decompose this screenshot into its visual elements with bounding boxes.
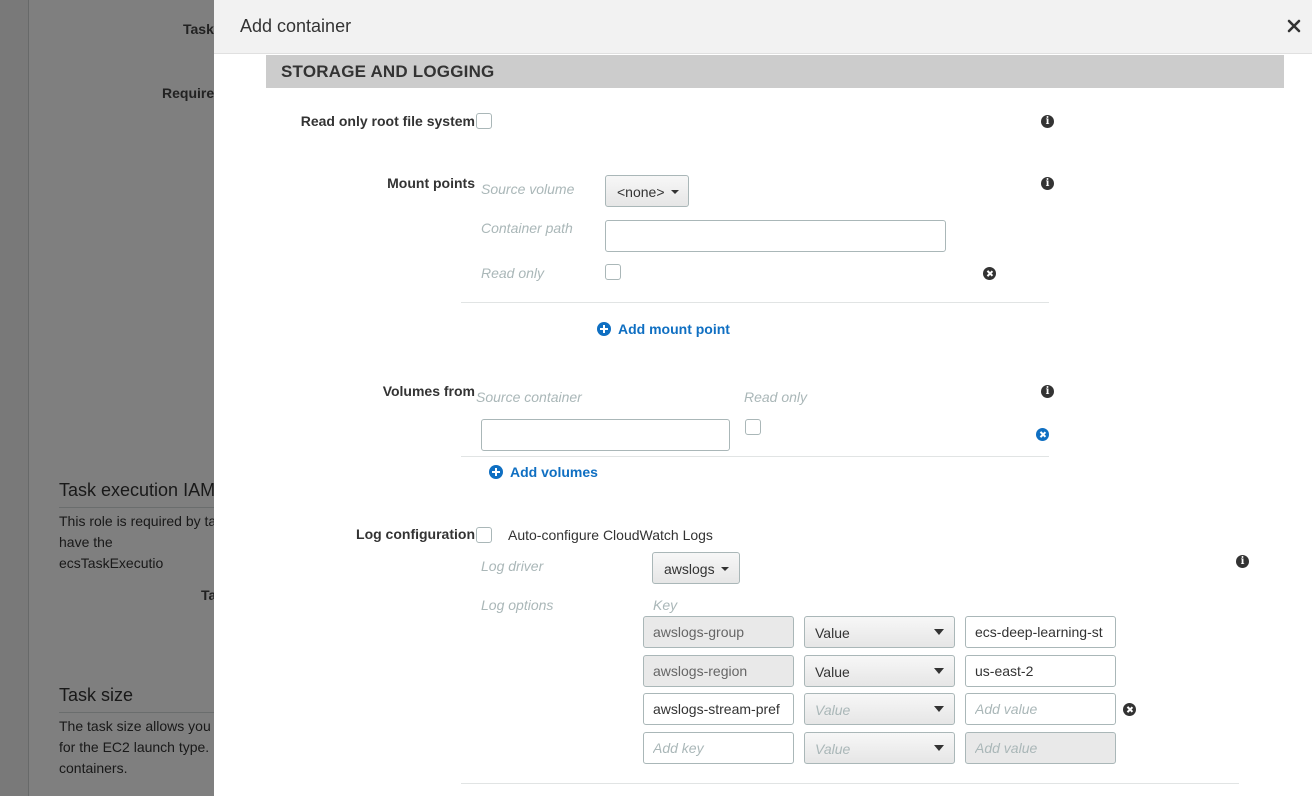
log-option-type: Value [815, 625, 850, 641]
info-icon[interactable]: i [1236, 555, 1249, 568]
key-hint: Key [653, 597, 678, 613]
volumes-read-only-checkbox[interactable] [745, 419, 761, 435]
log-option-type-select[interactable]: Value [804, 655, 955, 687]
read-only-root-checkbox[interactable] [476, 113, 492, 129]
section-header: STORAGE AND LOGGING [266, 55, 1284, 88]
log-option-key-input[interactable] [643, 693, 794, 725]
modal-header: Add container [214, 0, 1312, 54]
add-container-modal: Add container STORAGE AND LOGGING Read o… [214, 0, 1312, 796]
log-driver-hint: Log driver [481, 558, 544, 574]
divider [461, 456, 1049, 457]
log-option-value-input[interactable] [965, 655, 1116, 687]
chevron-down-icon [934, 668, 944, 674]
divider [461, 783, 1239, 784]
container-path-hint: Container path [481, 220, 573, 236]
volumes-from-label: Volumes from [382, 383, 475, 399]
source-volume-hint: Source volume [481, 181, 575, 197]
plus-circle-icon[interactable] [597, 322, 611, 336]
auto-configure-label: Auto-configure CloudWatch Logs [508, 527, 713, 543]
info-icon[interactable]: i [1041, 115, 1054, 128]
log-option-type-select[interactable]: Value [804, 732, 955, 764]
log-option-key [643, 655, 794, 687]
log-option-type: Value [815, 741, 851, 757]
log-option-value-input [965, 732, 1116, 764]
log-option-value-input[interactable] [965, 693, 1116, 725]
log-option-key [643, 616, 794, 648]
log-option-type-select[interactable]: Value [804, 693, 955, 725]
chevron-down-icon [934, 629, 944, 635]
source-container-input[interactable] [481, 419, 730, 451]
mount-read-only-hint: Read only [481, 265, 545, 281]
log-option-type-select[interactable]: Value [804, 616, 955, 648]
source-container-hint: Source container [476, 389, 582, 405]
log-driver-value: awslogs [664, 561, 715, 577]
source-volume-dropdown[interactable]: <none> [605, 175, 689, 207]
remove-mount-point-icon[interactable] [983, 267, 996, 280]
add-volumes-link[interactable]: Add volumes [510, 464, 598, 480]
remove-log-option-icon[interactable] [1123, 703, 1136, 716]
log-option-key-input[interactable] [643, 732, 794, 764]
volumes-read-only-hint: Read only [744, 389, 808, 405]
info-icon[interactable]: i [1041, 385, 1054, 398]
mount-read-only-checkbox[interactable] [605, 264, 621, 280]
chevron-down-icon [671, 190, 679, 194]
remove-volume-icon[interactable] [1036, 428, 1049, 441]
log-option-type: Value [815, 664, 850, 680]
mount-points-label: Mount points [387, 175, 475, 191]
read-only-root-label: Read only root file system [300, 113, 475, 129]
chevron-down-icon [721, 567, 729, 571]
chevron-down-icon [934, 745, 944, 751]
source-volume-value: <none> [617, 184, 665, 200]
chevron-down-icon [934, 706, 944, 712]
log-configuration-label: Log configuration [356, 526, 475, 542]
container-path-input[interactable] [605, 220, 946, 252]
log-driver-dropdown[interactable]: awslogs [652, 552, 740, 584]
section-title: STORAGE AND LOGGING [281, 62, 495, 81]
close-icon[interactable] [1286, 16, 1302, 34]
plus-circle-icon[interactable] [489, 465, 503, 479]
log-option-value-input[interactable] [965, 616, 1116, 648]
auto-configure-checkbox[interactable] [476, 527, 492, 543]
add-mount-point-link[interactable]: Add mount point [618, 321, 730, 337]
log-option-type: Value [815, 702, 851, 718]
modal-title: Add container [240, 16, 352, 36]
divider [461, 302, 1049, 303]
log-options-hint: Log options [481, 597, 554, 613]
info-icon[interactable]: i [1041, 177, 1054, 190]
